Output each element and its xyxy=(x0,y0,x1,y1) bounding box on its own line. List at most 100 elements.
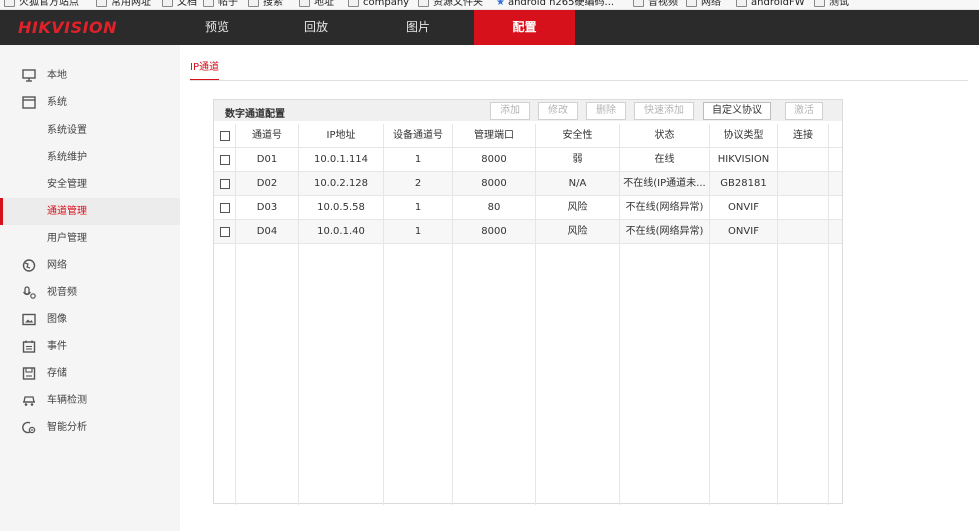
table-row[interactable]: D04 10.0.1.40 1 8000 风险 不在线(网络异常) ONVIF xyxy=(214,220,842,244)
grid-line xyxy=(383,124,384,505)
folder-icon xyxy=(418,0,429,7)
bookmark-label: 地址 xyxy=(314,0,334,8)
tab-ip-channel[interactable]: IP通道 xyxy=(190,58,219,81)
grid-line xyxy=(452,124,453,505)
sidebar: 本地 系统 系统设置 系统维护 安全管理 通道管理 用户管理 网络 视音频 图像… xyxy=(0,45,180,531)
digital-channel-panel: 数字通道配置 添加 修改 删除 快速添加 自定义协议 激活 通道号 IP地址 设… xyxy=(213,99,843,505)
row-checkbox[interactable] xyxy=(220,203,230,213)
modify-button[interactable]: 修改 xyxy=(538,102,578,120)
bookmark-item[interactable]: 地址 xyxy=(299,0,334,9)
sidebar-item-local[interactable]: 本地 xyxy=(0,62,180,89)
sidebar-item-label: 系统维护 xyxy=(47,152,87,163)
column-header[interactable]: 管理端口 xyxy=(453,124,536,148)
column-header[interactable]: 设备通道号 xyxy=(384,124,453,148)
status-cell: 不在线(网络异常) xyxy=(620,220,710,244)
bookmark-label: androidFW xyxy=(751,0,805,8)
grid-line xyxy=(828,124,829,505)
custom-protocol-button[interactable]: 自定义协议 xyxy=(703,102,771,120)
select-all-checkbox[interactable] xyxy=(220,131,230,141)
hikvision-logo: HIKVISION xyxy=(18,18,118,37)
folder-icon xyxy=(736,0,747,7)
sidebar-item-system-settings[interactable]: 系统设置 xyxy=(0,117,180,144)
sidebar-item-label: 智能分析 xyxy=(47,422,87,433)
row-select-cell xyxy=(214,172,236,196)
sidebar-item-user-management[interactable]: 用户管理 xyxy=(0,225,180,252)
column-header[interactable]: 协议类型 xyxy=(710,124,778,148)
car-icon xyxy=(22,394,36,407)
connection-cell xyxy=(778,220,829,244)
table-row[interactable]: D02 10.0.2.128 2 8000 N/A 不在线(IP通道未... G… xyxy=(214,172,842,196)
sidebar-item-smart-analysis[interactable]: 智能分析 xyxy=(0,414,180,441)
bookmark-item[interactable]: 搜索 xyxy=(248,0,283,9)
device-channel-cell: 1 xyxy=(384,196,453,220)
column-header[interactable]: IP地址 xyxy=(299,124,384,148)
folder-icon xyxy=(96,0,107,7)
sidebar-item-label: 存储 xyxy=(47,368,67,379)
tab-configuration[interactable]: 配置 xyxy=(474,10,575,45)
tab-preview[interactable]: 预览 xyxy=(193,10,241,45)
bookmark-item[interactable]: company xyxy=(348,0,409,9)
sidebar-item-label: 车辆检测 xyxy=(47,395,87,406)
bookmark-item[interactable]: 音视频 xyxy=(633,0,678,9)
sidebar-item-system-maintenance[interactable]: 系统维护 xyxy=(0,144,180,171)
tab-picture[interactable]: 图片 xyxy=(394,10,442,45)
column-header[interactable]: 安全性 xyxy=(536,124,620,148)
ip-address-cell: 10.0.1.114 xyxy=(299,148,384,172)
management-port-cell: 8000 xyxy=(453,220,536,244)
bookmark-item[interactable]: 火狐官方站点 xyxy=(4,0,79,9)
row-checkbox[interactable] xyxy=(220,227,230,237)
quick-add-button[interactable]: 快速添加 xyxy=(634,102,694,120)
bookmark-item[interactable]: androidFW xyxy=(736,0,805,9)
bookmark-label: 搜索 xyxy=(263,0,283,8)
column-header[interactable]: 状态 xyxy=(620,124,710,148)
mic-icon xyxy=(22,286,36,299)
sidebar-item-label: 系统 xyxy=(47,97,67,108)
table-row[interactable]: D03 10.0.5.58 1 80 风险 不在线(网络异常) ONVIF xyxy=(214,196,842,220)
management-port-cell: 8000 xyxy=(453,172,536,196)
delete-button[interactable]: 删除 xyxy=(586,102,626,120)
sidebar-item-audio-video[interactable]: 视音频 xyxy=(0,279,180,306)
bookmark-item[interactable]: 帖子 xyxy=(203,0,238,9)
sidebar-item-system[interactable]: 系统 xyxy=(0,89,180,116)
folder-icon xyxy=(248,0,259,7)
storage-icon xyxy=(22,367,36,380)
bookmark-item[interactable]: 资源文件夹 xyxy=(418,0,483,9)
bookmark-item[interactable]: 常用网址 xyxy=(96,0,151,9)
tab-playback[interactable]: 回放 xyxy=(292,10,340,45)
calendar-icon xyxy=(22,340,36,353)
channel-no-cell: D01 xyxy=(236,148,299,172)
bookmark-item[interactable]: ★ android h265硬编码... xyxy=(496,0,615,9)
row-checkbox[interactable] xyxy=(220,155,230,165)
monitor-icon xyxy=(22,69,36,82)
device-channel-cell: 2 xyxy=(384,172,453,196)
add-button[interactable]: 添加 xyxy=(490,102,530,120)
row-checkbox[interactable] xyxy=(220,179,230,189)
protocol-cell: ONVIF xyxy=(710,220,778,244)
bookmark-label: 资源文件夹 xyxy=(433,0,483,8)
bookmark-label: android h265硬编码... xyxy=(507,0,615,8)
sidebar-item-label: 用户管理 xyxy=(47,233,87,244)
bookmark-item[interactable]: 测试 xyxy=(814,0,849,9)
column-header[interactable]: 连接 xyxy=(778,124,829,148)
bookmarks-bar: 火狐官方站点 常用网址 文档 帖子 搜索 地址 company 资源文件夹 ★ a… xyxy=(0,0,979,10)
table-row[interactable]: D01 10.0.1.114 1 8000 弱 在线 HIKVISION xyxy=(214,148,842,172)
sidebar-item-label: 通道管理 xyxy=(47,206,87,217)
connection-cell xyxy=(778,196,829,220)
sidebar-item-channel-management[interactable]: 通道管理 xyxy=(0,198,180,225)
sidebar-item-image[interactable]: 图像 xyxy=(0,306,180,333)
sidebar-item-network[interactable]: 网络 xyxy=(0,252,180,279)
sidebar-item-storage[interactable]: 存储 xyxy=(0,360,180,387)
sidebar-item-event[interactable]: 事件 xyxy=(0,333,180,360)
column-header[interactable]: 通道号 xyxy=(236,124,299,148)
bookmark-item[interactable]: 网络 xyxy=(686,0,721,9)
bookmark-label: 火狐官方站点 xyxy=(19,0,79,8)
security-cell: N/A xyxy=(536,172,620,196)
device-channel-cell: 1 xyxy=(384,220,453,244)
activate-button[interactable]: 激活 xyxy=(785,102,823,120)
bookmark-item[interactable]: 文档 xyxy=(162,0,197,9)
sidebar-item-security[interactable]: 安全管理 xyxy=(0,171,180,198)
channel-no-cell: D03 xyxy=(236,196,299,220)
panel-title: 数字通道配置 xyxy=(225,109,285,120)
sidebar-item-vehicle-detection[interactable]: 车辆检测 xyxy=(0,387,180,414)
folder-icon xyxy=(633,0,644,7)
